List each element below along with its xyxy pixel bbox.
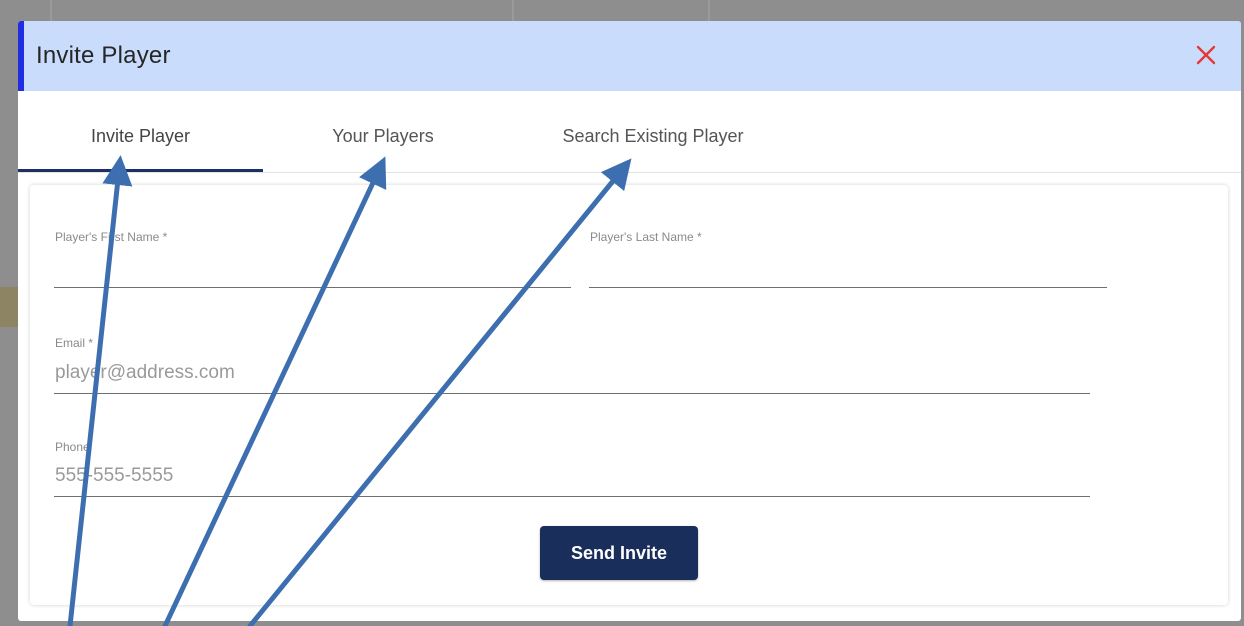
invite-form-card: Player's First Name * Player's Last Name…	[30, 185, 1228, 605]
first-name-label: Player's First Name *	[55, 230, 168, 244]
tab-bar: Invite Player Your Players Search Existi…	[18, 91, 1241, 173]
last-name-input[interactable]	[590, 260, 1105, 286]
modal-header: Invite Player	[18, 21, 1241, 91]
email-underline	[54, 393, 1090, 394]
backdrop-divider	[512, 0, 514, 21]
tab-search-existing-player[interactable]: Search Existing Player	[523, 91, 783, 172]
invite-player-modal: Invite Player Invite Player Your Players…	[18, 21, 1241, 621]
phone-underline	[54, 496, 1090, 497]
tab-your-players[interactable]: Your Players	[283, 91, 483, 172]
first-name-input[interactable]	[55, 260, 570, 286]
backdrop-divider	[708, 0, 710, 21]
send-invite-button[interactable]: Send Invite	[540, 526, 698, 580]
first-name-underline	[54, 287, 571, 288]
email-field[interactable]: player@address.com	[55, 362, 1085, 384]
close-button[interactable]	[1193, 42, 1219, 68]
backdrop-divider	[50, 0, 52, 21]
active-tab-indicator	[18, 169, 263, 172]
backdrop-band	[0, 287, 18, 327]
last-name-label: Player's Last Name *	[590, 230, 702, 244]
tab-invite-player[interactable]: Invite Player	[18, 91, 263, 172]
last-name-underline	[589, 287, 1107, 288]
modal-title: Invite Player	[36, 42, 171, 69]
phone-label: Phone	[55, 440, 90, 454]
email-label: Email *	[55, 336, 94, 350]
close-icon	[1196, 45, 1216, 65]
phone-field[interactable]: 555-555-5555	[55, 465, 1085, 487]
